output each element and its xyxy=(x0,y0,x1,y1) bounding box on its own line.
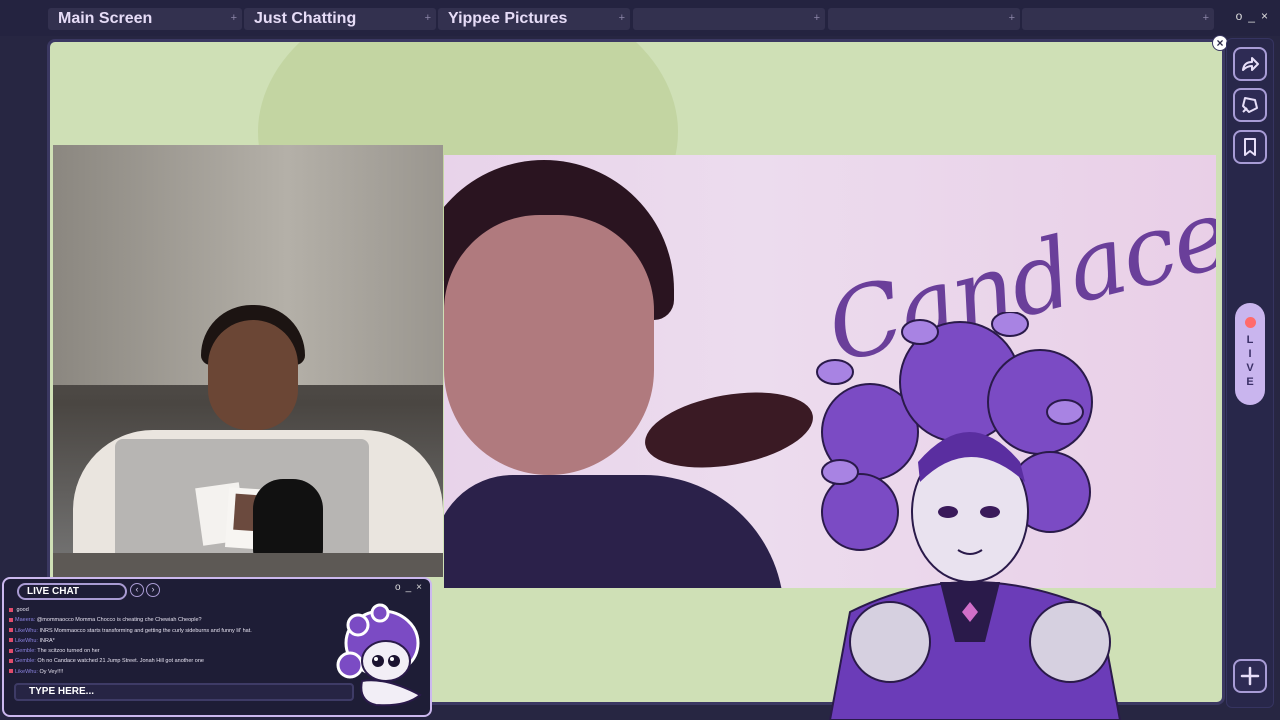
chat-window-controls: o _ × xyxy=(395,582,422,593)
pin-icon xyxy=(1242,97,1258,113)
webcam-video xyxy=(53,145,443,577)
poster-face xyxy=(444,215,654,475)
chat-username[interactable]: LikeWhu: xyxy=(15,669,38,675)
tab-empty[interactable]: + xyxy=(1022,8,1214,30)
tab-empty[interactable]: + xyxy=(633,8,825,30)
pin-button[interactable] xyxy=(1233,88,1267,122)
badge-icon xyxy=(9,628,13,633)
badge-icon xyxy=(9,638,13,643)
chat-text: @mommaocco Momma Chocco is cheating che … xyxy=(36,617,202,624)
chat-text: Oh no Candace watched 21 Jump Street. Jo… xyxy=(37,658,204,665)
chat-username[interactable]: LikeWhu: xyxy=(15,638,38,644)
chat-next-button[interactable]: › xyxy=(146,583,160,597)
badge-icon xyxy=(9,659,13,664)
badge-icon xyxy=(9,669,13,674)
live-indicator: LIVE xyxy=(1235,303,1265,405)
tab-label: Just Chatting xyxy=(254,10,357,27)
tab-add-icon[interactable]: + xyxy=(1203,12,1209,24)
chat-minimize-button[interactable]: _ xyxy=(406,582,412,593)
chibi-mascot xyxy=(336,603,422,707)
tab-empty[interactable]: + xyxy=(828,8,1020,30)
badge-icon xyxy=(9,648,13,653)
share-button[interactable] xyxy=(1233,47,1267,81)
bookmark-icon xyxy=(1244,138,1256,156)
chat-message: LikeWhu: Oy Vey!!!! xyxy=(9,667,339,677)
tab-bar: Main Screen + Just Chatting + Yippee Pic… xyxy=(0,0,1280,36)
chat-input[interactable]: TYPE HERE... xyxy=(14,683,354,701)
chat-username[interactable]: Gemble: xyxy=(15,648,36,654)
chat-text: INRS Mommaocco starts transforming and g… xyxy=(39,627,252,634)
chat-message: Maeera: @mommaocco Momma Chocco is cheat… xyxy=(9,615,339,625)
vtuber-avatar xyxy=(816,312,1122,720)
tab-label: Yippee Pictures xyxy=(448,10,568,27)
add-button[interactable] xyxy=(1233,659,1267,693)
video-subject-head xyxy=(208,320,298,430)
chat-username[interactable]: Gemble: xyxy=(15,658,36,664)
plus-icon xyxy=(1240,666,1260,686)
live-chat-panel: LIVE CHAT ‹ › o _ × good Maeera: @mommao… xyxy=(2,577,432,717)
desk xyxy=(53,553,443,577)
chat-message: LikeWhu: INRA* xyxy=(9,636,339,646)
chat-username[interactable]: LikeWhu: xyxy=(15,628,38,634)
minimize-button[interactable]: _ xyxy=(1248,9,1255,23)
tab-add-icon[interactable]: + xyxy=(814,12,820,24)
live-label: LIVE xyxy=(1244,334,1256,390)
chat-text: good xyxy=(16,607,29,613)
badge-icon xyxy=(9,617,13,622)
share-arrow-icon xyxy=(1242,57,1259,71)
tab-just-chatting[interactable]: Just Chatting + xyxy=(244,8,436,30)
chat-text: INRA* xyxy=(39,637,55,644)
live-dot-icon xyxy=(1244,317,1256,328)
window-controls: o _ × xyxy=(1236,9,1268,23)
close-button[interactable]: × xyxy=(1261,9,1268,23)
tab-yippee-pictures[interactable]: Yippee Pictures + xyxy=(438,8,630,30)
tab-add-icon[interactable]: + xyxy=(231,12,237,24)
tab-add-icon[interactable]: + xyxy=(425,12,431,24)
chat-username[interactable]: Maeera: xyxy=(15,617,35,623)
chat-message: Gemble: Oh no Candace watched 21 Jump St… xyxy=(9,656,339,666)
chat-text: Oy Vey!!!! xyxy=(39,668,64,675)
chat-message: good xyxy=(9,605,339,615)
chat-text: The scitzoo turned on her xyxy=(37,648,100,655)
chat-close-button[interactable]: × xyxy=(416,582,422,593)
chat-title: LIVE CHAT xyxy=(17,583,127,600)
chat-prev-button[interactable]: ‹ xyxy=(130,583,144,597)
poster-ponytail xyxy=(639,380,819,480)
tab-main-screen[interactable]: Main Screen + xyxy=(48,8,242,30)
chat-restore-button[interactable]: o xyxy=(395,582,401,593)
tab-add-icon[interactable]: + xyxy=(619,12,625,24)
tab-add-icon[interactable]: + xyxy=(1009,12,1015,24)
badge-icon xyxy=(9,607,13,612)
chat-messages[interactable]: good Maeera: @mommaocco Momma Chocco is … xyxy=(9,605,339,677)
bookmark-button[interactable] xyxy=(1233,130,1267,164)
chat-message: LikeWhu: INRS Mommaocco starts transform… xyxy=(9,626,339,636)
chat-message: Gemble: The scitzoo turned on her xyxy=(9,646,339,656)
tab-label: Main Screen xyxy=(58,10,153,27)
restore-button[interactable]: o xyxy=(1236,9,1243,23)
poster-shirt xyxy=(444,475,784,588)
